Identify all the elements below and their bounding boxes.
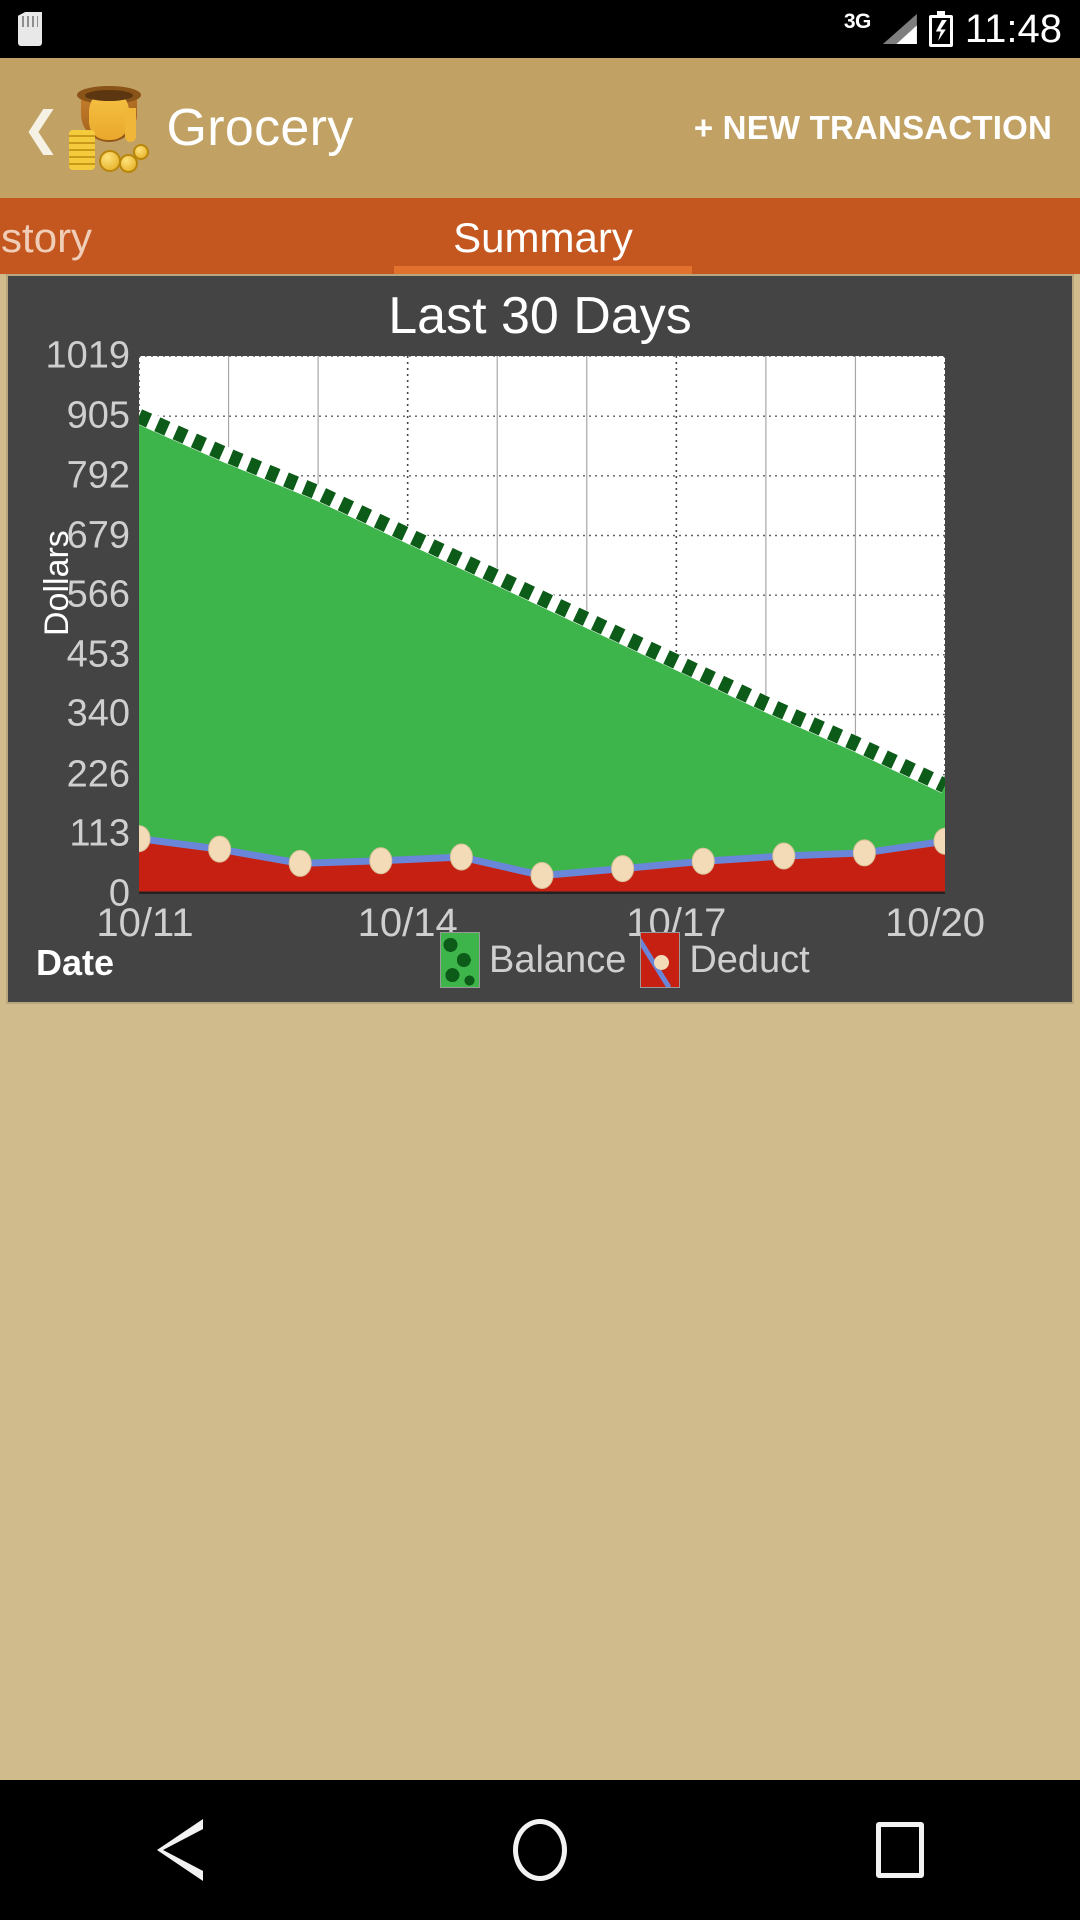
tab-transaction-history[interactable]: tion History (0, 198, 394, 274)
tab-summary[interactable]: Summary (394, 198, 692, 274)
status-bar-clock: 11:48 (964, 6, 1062, 51)
chart-y-tick: 792 (66, 454, 130, 497)
chart-x-tick: 10/11 (96, 901, 194, 945)
chart-legend: Balance Deduct (440, 932, 810, 988)
tab-bar: tion History Summary (0, 198, 1080, 274)
legend-label-balance: Balance (489, 938, 627, 981)
balance-swatch-icon (440, 932, 480, 988)
chart-x-tick: 10/20 (884, 901, 986, 945)
new-transaction-button[interactable]: + NEW TRANSACTION (694, 109, 1058, 147)
legend-item-deduct: Deduct (640, 932, 810, 988)
money-pot-icon (63, 82, 155, 174)
network-type-label: 3G (843, 9, 872, 33)
chart-y-tick: 566 (66, 573, 130, 616)
app-bar: ❮ Grocery + NEW TRANSACTION (0, 58, 1080, 198)
chart-y-tick: 226 (66, 753, 130, 796)
legend-item-balance: Balance (440, 932, 626, 988)
tab-selected-indicator (394, 266, 692, 274)
phone-screen: 3G 11:48 ❮ Grocery + NEW TRANSACTION tio… (0, 0, 1080, 1920)
nav-back-triangle-icon[interactable] (90, 1780, 270, 1920)
nav-home-circle-icon[interactable] (450, 1780, 630, 1920)
tab-transaction-history-label: tion History (0, 214, 93, 261)
chart-y-axis-ticks: 1019 905 792 679 566 453 340 226 113 0 (8, 276, 138, 1002)
chart-y-tick: 340 (66, 692, 130, 735)
page-title: Grocery (166, 99, 354, 157)
chart-y-tick: 113 (69, 812, 130, 855)
battery-charging-icon (928, 11, 953, 47)
back-chevron-icon[interactable]: ❮ (22, 105, 61, 151)
chart-title: Last 30 Days (388, 287, 692, 345)
sd-card-icon (18, 12, 42, 46)
legend-label-deduct: Deduct (689, 938, 810, 981)
chart-y-tick: 679 (66, 514, 130, 556)
android-nav-bar (0, 1780, 1080, 1920)
tab-summary-label: Summary (453, 214, 633, 261)
nav-recents-square-icon[interactable] (810, 1780, 990, 1920)
chart-svg (139, 356, 945, 894)
chart-y-tick: 1019 (45, 334, 130, 377)
chart-y-tick: 905 (66, 394, 130, 437)
status-bar: 3G 11:48 (0, 0, 1080, 58)
chart-plot-area (139, 356, 945, 894)
signal-bars-icon (882, 14, 917, 44)
summary-chart-card: Last 30 Days Dollars Date 1019 905 792 679 5… (6, 274, 1074, 1004)
deduct-swatch-icon (640, 932, 681, 988)
chart-y-tick: 453 (66, 633, 130, 676)
